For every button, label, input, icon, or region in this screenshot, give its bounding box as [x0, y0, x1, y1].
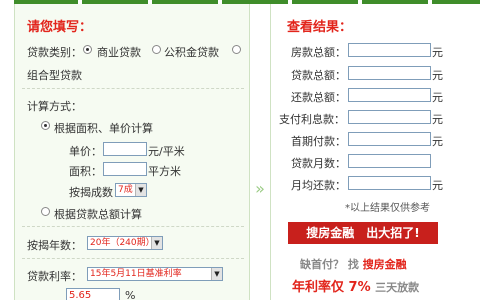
result-label-interest: 支付利息款：: [279, 113, 345, 126]
loan-type-fund[interactable]: 公积金贷款: [164, 44, 219, 60]
method-total-label[interactable]: 根据贷款总额计算: [54, 206, 142, 222]
ratio-select[interactable]: 7成 ▼: [115, 183, 147, 197]
radio-commercial-loan[interactable]: [83, 45, 92, 54]
result-label-house-total: 房款总额：: [291, 46, 346, 59]
result-label-months: 贷款月数：: [291, 157, 346, 170]
method-area-label[interactable]: 根据面积、单价计算: [54, 120, 153, 136]
result-note: *以上结果仅供参考: [345, 203, 430, 214]
years-label: 按揭年数：: [27, 239, 82, 252]
result-label-loan-total: 贷款总额：: [291, 69, 346, 82]
result-loan-total: [348, 66, 431, 80]
divider: [22, 258, 244, 259]
ad-line-2b: 7%: [348, 280, 371, 295]
unit-price-input[interactable]: [103, 142, 147, 156]
result-house-total: [348, 43, 431, 57]
ratio-select-value: 7成: [118, 185, 133, 195]
divider: [22, 226, 244, 227]
chevron-down-icon: ▼: [135, 184, 146, 196]
divider: [22, 88, 244, 89]
input-title: 请您填写：: [27, 20, 93, 35]
calc-method-label: 计算方式：: [27, 100, 82, 113]
radio-method-total[interactable]: [41, 207, 50, 216]
area-input[interactable]: [103, 162, 147, 176]
arrow-icon: »: [255, 179, 265, 198]
rate-input[interactable]: [66, 288, 120, 300]
result-unit: 元: [432, 46, 443, 59]
result-interest: [348, 110, 431, 124]
rate-select[interactable]: 15年5月11日基准利率 ▼: [87, 267, 223, 281]
ad-line-1b: 找: [347, 258, 359, 271]
result-down-payment: [348, 132, 431, 146]
ad-banner[interactable]: 搜房金融 出大招了!: [288, 222, 438, 244]
ad-line-2[interactable]: 年利率仅 7% 三天放款: [292, 276, 419, 295]
years-select-value: 20年（240期）: [90, 238, 155, 248]
area-unit: 平方米: [148, 165, 181, 178]
result-unit: 元: [432, 135, 443, 148]
result-label-monthly: 月均还款：: [291, 179, 346, 192]
loan-type-label: 贷款类别：: [27, 46, 82, 59]
rate-label: 贷款利率：: [27, 270, 82, 283]
loan-type-combo[interactable]: 组合型贷款: [27, 67, 82, 83]
ad-line-2a: 年利率仅: [292, 280, 345, 295]
result-unit: 元: [432, 179, 443, 192]
loan-type-commercial[interactable]: 商业贷款: [97, 44, 141, 60]
area-label: 面积：: [69, 165, 102, 178]
result-label-repay-total: 还款总额：: [291, 91, 346, 104]
radio-combo-loan[interactable]: [232, 45, 241, 54]
radio-fund-loan[interactable]: [152, 45, 161, 54]
result-months: [348, 154, 431, 168]
radio-method-area[interactable]: [41, 121, 50, 130]
ad-line-1a: 缺首付？: [300, 258, 344, 271]
result-unit: 元: [432, 91, 443, 104]
result-repay-total: [348, 88, 431, 102]
ad-line-1c: 搜房金融: [362, 258, 407, 271]
unit-price-label: 单价：: [69, 145, 102, 158]
rate-select-value: 15年5月11日基准利率: [90, 269, 182, 279]
result-label-down-payment: 首期付款：: [291, 135, 346, 148]
ad-line-2c: 三天放款: [375, 281, 420, 294]
result-unit: 元: [432, 69, 443, 82]
result-title: 查看结果：: [287, 20, 353, 35]
chevron-down-icon: ▼: [211, 268, 222, 280]
years-select[interactable]: 20年（240期） ▼: [87, 236, 163, 250]
chevron-down-icon: ▼: [151, 237, 162, 249]
ad-line-1[interactable]: 缺首付？ 找 搜房金融: [300, 256, 407, 272]
unit-price-unit: 元/平米: [148, 145, 185, 158]
rate-unit: %: [125, 289, 136, 300]
result-monthly: [348, 176, 431, 190]
result-unit: 元: [432, 113, 443, 126]
